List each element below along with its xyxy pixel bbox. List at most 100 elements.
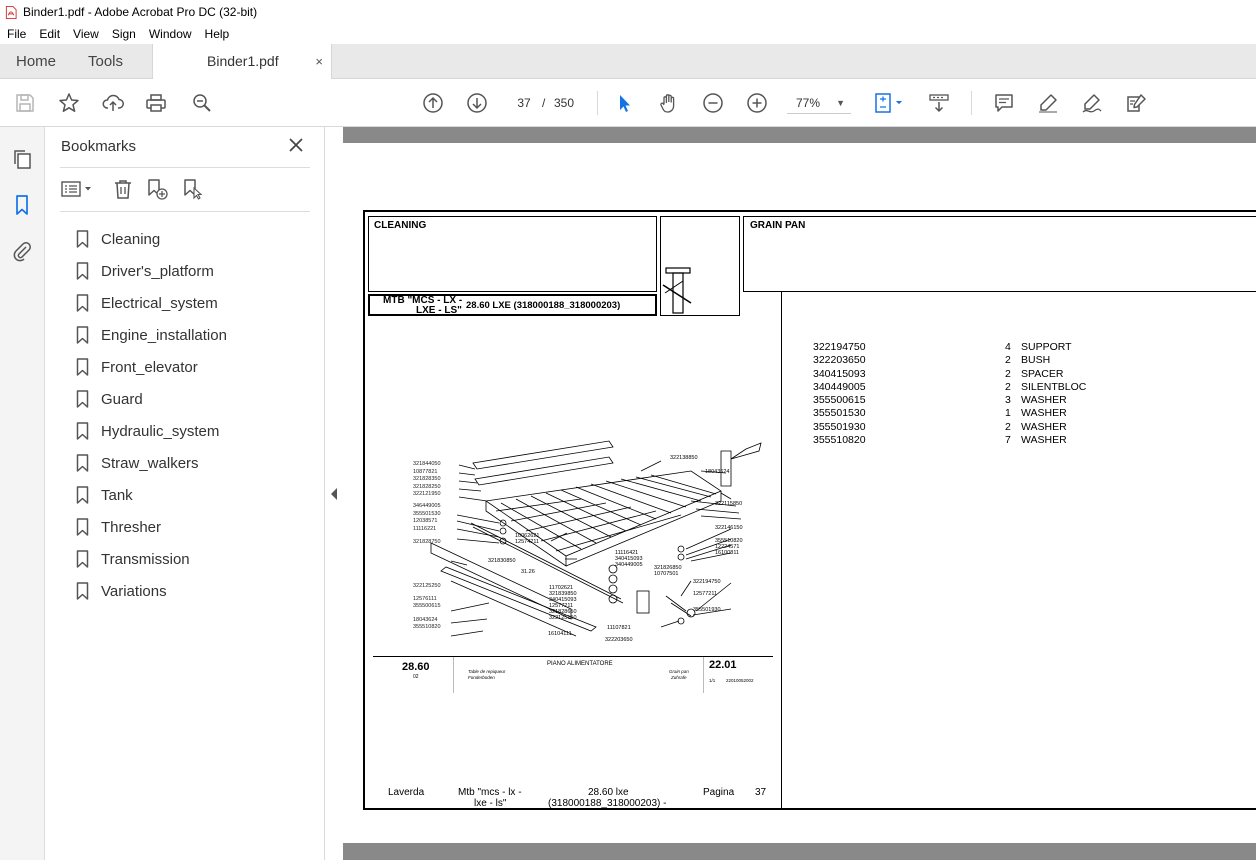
bookmark-item-front-elevator[interactable]: Front_elevator	[76, 351, 227, 383]
drawing-ref-sheet: 1/1	[709, 678, 716, 683]
sign-icon[interactable]	[1124, 91, 1148, 115]
bookmark-item-electrical-system[interactable]: Electrical_system	[76, 287, 227, 319]
group-title: GRAIN PAN	[750, 220, 806, 231]
part-qty: 1	[1005, 407, 1011, 420]
bookmark-item-hydraulic-system[interactable]: Hydraulic_system	[76, 415, 227, 447]
callout-label: 10877821	[413, 468, 438, 475]
bookmark-item-transmission[interactable]: Transmission	[76, 543, 227, 575]
menu-file[interactable]: File	[0, 27, 32, 41]
scroll-mode-icon[interactable]	[927, 91, 951, 115]
comment-icon[interactable]	[992, 91, 1016, 115]
callout-label: 355501530	[413, 510, 441, 517]
part-code: 322203650	[813, 354, 866, 367]
bookmark-item-engine-installation[interactable]: Engine_installation	[76, 319, 227, 351]
close-icon[interactable]	[286, 135, 306, 155]
total-pages: 350	[554, 96, 575, 110]
callout-label: 321828250	[413, 483, 441, 490]
chevron-down-icon: ▼	[836, 98, 845, 108]
bookmark-options-icon[interactable]	[59, 177, 95, 201]
drawing-title-fr: Table de repiqueur	[468, 669, 506, 674]
zoom-out-icon[interactable]	[701, 91, 725, 115]
bookmark-label: Driver's_platform	[101, 262, 214, 280]
draw-icon[interactable]	[1080, 91, 1104, 115]
part-desc: SPACER	[1021, 367, 1064, 380]
callout-label: 18043624	[413, 616, 438, 623]
save-icon[interactable]	[13, 91, 37, 115]
zoom-level-select[interactable]: 77% ▼	[787, 92, 851, 114]
part-qty: 2	[1005, 380, 1011, 393]
tab-home[interactable]: Home	[16, 44, 56, 79]
menu-edit[interactable]: Edit	[32, 27, 66, 41]
bookmark-item-tank[interactable]: Tank	[76, 479, 227, 511]
part-desc: BUSH	[1021, 354, 1051, 367]
menu-help[interactable]: Help	[198, 27, 236, 41]
title-block-rule	[373, 656, 773, 657]
document-tab-label: Binder1.pdf	[207, 53, 279, 69]
page-down-icon[interactable]	[465, 91, 489, 115]
zoom-value: 77%	[796, 96, 821, 110]
collapse-panel-icon[interactable]	[329, 487, 339, 501]
callout-label: 340449005	[615, 562, 643, 568]
bookmark-search-icon[interactable]	[181, 177, 205, 201]
bookmark-item-drivers-platform[interactable]: Driver's_platform	[76, 255, 227, 287]
bookmark-panel-icon[interactable]	[10, 193, 34, 217]
menu-window[interactable]: Window	[142, 27, 198, 41]
select-cursor-icon[interactable]	[613, 91, 637, 115]
bookmark-item-straw-walkers[interactable]: Straw_walkers	[76, 447, 227, 479]
bookmark-label: Transmission	[101, 550, 190, 568]
tab-tools[interactable]: Tools	[88, 44, 123, 79]
bookmark-icon	[76, 326, 89, 344]
attachments-icon[interactable]	[10, 239, 34, 263]
drawing-title-en: Grain pan	[669, 669, 689, 674]
bookmarks-title: Bookmarks	[61, 138, 137, 155]
bookmark-label: Engine_installation	[101, 326, 227, 344]
callout-label: 322146150	[715, 525, 743, 531]
document-viewport[interactable]: CLEANING MTB "MCS - LX - LXE - LS" 28.60…	[343, 127, 1256, 860]
bookmark-item-thresher[interactable]: Thresher	[76, 511, 227, 543]
part-code: 355501530	[813, 407, 866, 420]
title-bar: Binder1.pdf - Adobe Acrobat Pro DC (32-b…	[0, 0, 1256, 24]
bookmark-item-cleaning[interactable]: Cleaning	[76, 223, 227, 255]
bookmark-icon	[76, 550, 89, 568]
star-icon[interactable]	[57, 91, 81, 115]
bookmark-item-guard[interactable]: Guard	[76, 383, 227, 415]
drawing-ref: 22.01	[709, 659, 737, 671]
part-desc: WASHER	[1021, 420, 1067, 433]
delete-bookmark-icon[interactable]	[111, 177, 135, 201]
new-bookmark-icon[interactable]	[145, 177, 169, 201]
hand-icon[interactable]	[657, 91, 681, 115]
search-zoom-icon[interactable]	[190, 91, 214, 115]
pdf-page: CLEANING MTB "MCS - LX - LXE - LS" 28.60…	[343, 143, 1256, 843]
bookmark-item-variations[interactable]: Variations	[76, 575, 227, 607]
callout-label: 355500615	[413, 603, 441, 610]
callout-label: 322138850	[670, 455, 698, 461]
bookmark-label: Front_elevator	[101, 358, 198, 376]
zoom-in-icon[interactable]	[745, 91, 769, 115]
bookmark-label: Variations	[101, 582, 167, 600]
callout-label: 322125150	[549, 615, 577, 621]
tab-document[interactable]: Binder1.pdf ×	[152, 44, 332, 80]
section-title: CLEANING	[374, 220, 427, 231]
callout-label: 346449005	[413, 502, 441, 509]
footer-model-2: lxe - ls"	[474, 798, 507, 809]
bookmark-label: Hydraulic_system	[101, 422, 220, 440]
menu-view[interactable]: View	[66, 27, 105, 41]
print-icon[interactable]	[144, 91, 168, 115]
title-block-divider	[453, 657, 454, 693]
callout-label: 321828750	[413, 539, 441, 546]
part-qty: 4	[1005, 341, 1011, 353]
highlight-icon[interactable]	[1036, 91, 1060, 115]
close-tab-icon[interactable]: ×	[315, 44, 323, 79]
fit-page-icon[interactable]	[872, 91, 906, 115]
callout-label: 321830850	[488, 558, 516, 564]
page-up-icon[interactable]	[421, 91, 445, 115]
menu-sign[interactable]: Sign	[105, 27, 142, 41]
callout-label: 322115850	[715, 501, 743, 507]
drawing-model: 28.60	[402, 661, 430, 673]
drawing-title: PIANO ALIMENTATORE	[547, 661, 613, 667]
footer-code-2: (318000188_318000203) -	[548, 798, 667, 809]
upload-icon[interactable]	[101, 91, 125, 115]
page-number-input[interactable]: 37	[510, 92, 538, 114]
model-code: 28.60 LXE (318000188_318000203)	[466, 300, 621, 311]
page-thumbnails-icon[interactable]	[10, 147, 34, 171]
